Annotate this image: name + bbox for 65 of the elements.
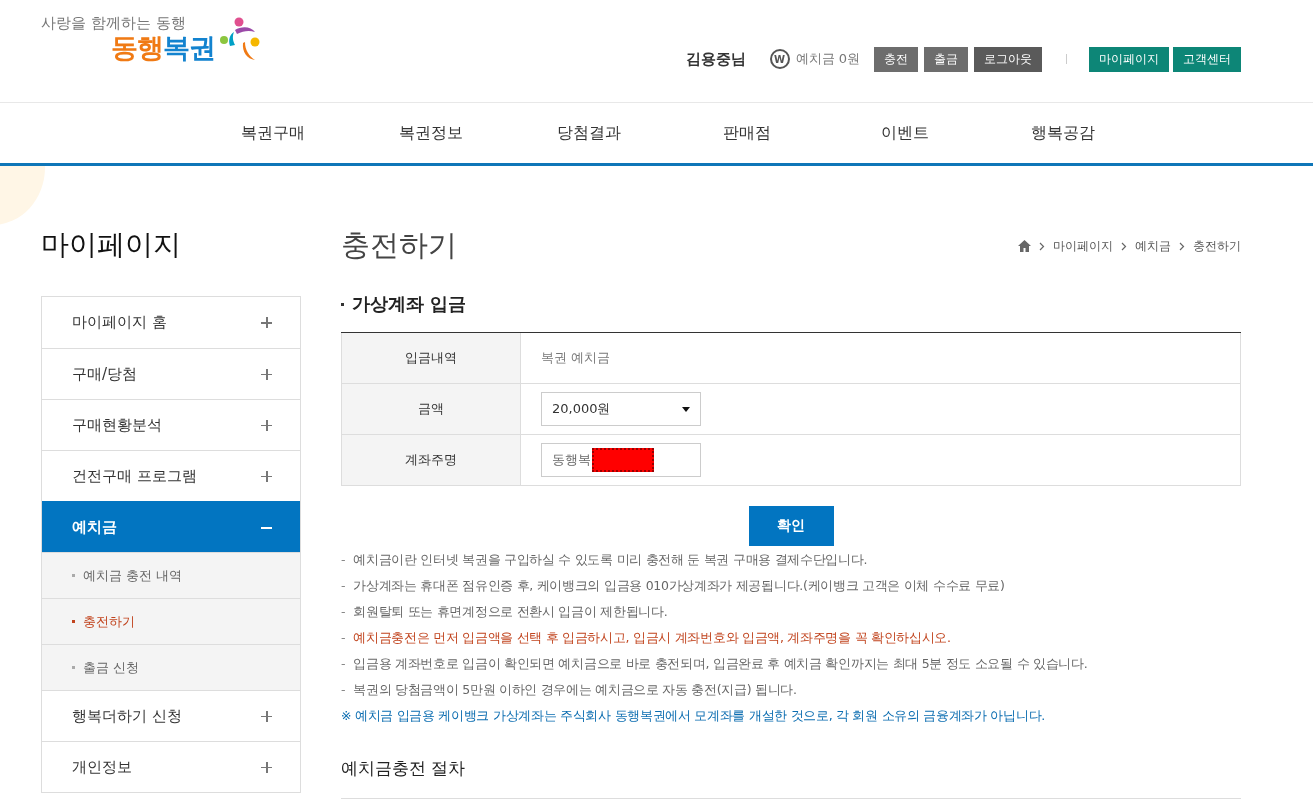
sidebar-item-label: 개인정보 xyxy=(72,757,132,777)
sidebar-subitem[interactable]: 예치금 충전 내역 xyxy=(42,552,300,598)
sidebar-item-label: 구매/당첨 xyxy=(72,364,138,384)
nav-link[interactable]: 복권구매 xyxy=(193,103,352,163)
sidebar-item-label: 행복더하기 신청 xyxy=(72,706,182,726)
account-button[interactable]: 고객센터 xyxy=(1173,46,1241,72)
note-text: 예치금충전은 먼저 입금액을 선택 후 입금하시고, 입금시 계좌번호와 입금액, 계좌주명을 꼭 확인하십시오. xyxy=(353,630,951,647)
form-label: 금액 xyxy=(341,384,521,434)
form-label: 계좌주명 xyxy=(341,435,521,485)
caret-icon xyxy=(682,406,690,412)
plus-icon xyxy=(261,368,272,380)
nav-link[interactable]: 당첨결과 xyxy=(509,103,668,163)
note-text: 예치금이란 인터넷 복권을 구입하실 수 있도록 미리 충전해 둔 복권 구매용 결제수단입니다. xyxy=(353,552,868,569)
note-text: 가상계좌는 휴대폰 점유인증 후, 케이뱅크의 입금용 010가상계좌가 제공됩니다.(케이뱅크 고객은 이체 수수료 무료) xyxy=(353,578,1005,595)
won-icon: W xyxy=(769,49,790,69)
sidebar-subitem[interactable]: 출금 신청 xyxy=(42,644,300,690)
note-text: 복권의 당첨금액이 5만원 이하인 경우에는 예치금으로 자동 충전(지급) 됩니다. xyxy=(353,682,797,699)
user-name: 김용중님 xyxy=(685,49,746,69)
breadcrumb-link[interactable]: 마이페이지 xyxy=(1053,237,1113,255)
breadcrumb-link[interactable]: 충전하기 xyxy=(1193,237,1241,255)
nav-link[interactable]: 행복공감 xyxy=(983,103,1142,163)
plus-icon xyxy=(261,470,272,482)
note-text: 입금용 계좌번호로 입금이 확인되면 예치금으로 바로 충전되며, 입금완료 후 예치금 확인까지는 최대 5분 정도 소요될 수 있습니다. xyxy=(353,656,1088,673)
nav-link[interactable]: 복권정보 xyxy=(351,103,510,163)
section-title: 가상계좌 입금 xyxy=(352,292,467,316)
form-label: 입금내역 xyxy=(341,333,521,383)
dash-mark: - xyxy=(341,656,346,673)
name-input-field[interactable]: 동행복 xyxy=(541,443,701,477)
dash-mark: - xyxy=(341,552,346,569)
plus-icon xyxy=(261,761,272,773)
chevron-icon xyxy=(1179,241,1185,251)
procedure-title: 예치금충전 절차 xyxy=(341,757,1241,799)
amount-select[interactable]: 20,000원 xyxy=(541,392,701,426)
sidebar-item[interactable]: 예치금 xyxy=(42,501,300,552)
confirm-button[interactable]: 확인 xyxy=(748,506,834,546)
nav-link[interactable]: 이벤트 xyxy=(825,103,984,163)
dash-mark: - xyxy=(341,578,346,595)
form-value: 복권 예치금 xyxy=(541,349,611,367)
sidebar-item-label: 마이페이지 홈 xyxy=(72,313,167,332)
dash-mark: - xyxy=(341,682,346,699)
sidebar-item-label: 건전구매 프로그램 xyxy=(72,466,197,486)
sidebar-subitem[interactable]: 충전하기 xyxy=(42,598,300,644)
chevron-icon xyxy=(1039,241,1045,251)
sidebar-title: 마이페이지 xyxy=(41,227,182,263)
nav-link[interactable]: 판매점 xyxy=(667,103,826,163)
sidebar-item-label: 구매현황분석 xyxy=(72,415,162,435)
plus-icon xyxy=(261,710,272,722)
chevron-icon xyxy=(1121,241,1127,251)
dash-mark: - xyxy=(341,604,346,621)
account-button[interactable]: 출금 xyxy=(924,46,968,72)
account-button[interactable]: 로그아웃 xyxy=(974,46,1042,72)
page-title: 충전하기 xyxy=(341,227,457,264)
note-text: 회원탈퇴 또는 휴면계정으로 전환시 입금이 제한됩니다. xyxy=(353,604,668,621)
note-text: ※ 예치금 입금용 케이뱅크 가상계좌는 주식회사 동행복권에서 모계좌를 개설한 것으로, 각 회원 소유의 금융계좌가 아닙니다. xyxy=(341,708,1045,725)
account-button[interactable]: 마이페이지 xyxy=(1089,46,1169,72)
breadcrumb-link[interactable]: 예치금 xyxy=(1135,237,1171,255)
dash-mark: - xyxy=(341,630,346,647)
home-icon xyxy=(1018,240,1031,252)
balance-text: 예치금 0원 xyxy=(795,50,860,68)
logo-tagline: 사랑을 함께하는 동행 xyxy=(41,14,187,33)
plus-icon xyxy=(261,419,272,431)
logo-wordmark[interactable]: 동행복권 xyxy=(111,33,215,63)
sidebar-item-label: 예치금 xyxy=(72,517,117,537)
plus-icon xyxy=(261,317,272,328)
account-button[interactable]: 충전 xyxy=(874,46,918,72)
